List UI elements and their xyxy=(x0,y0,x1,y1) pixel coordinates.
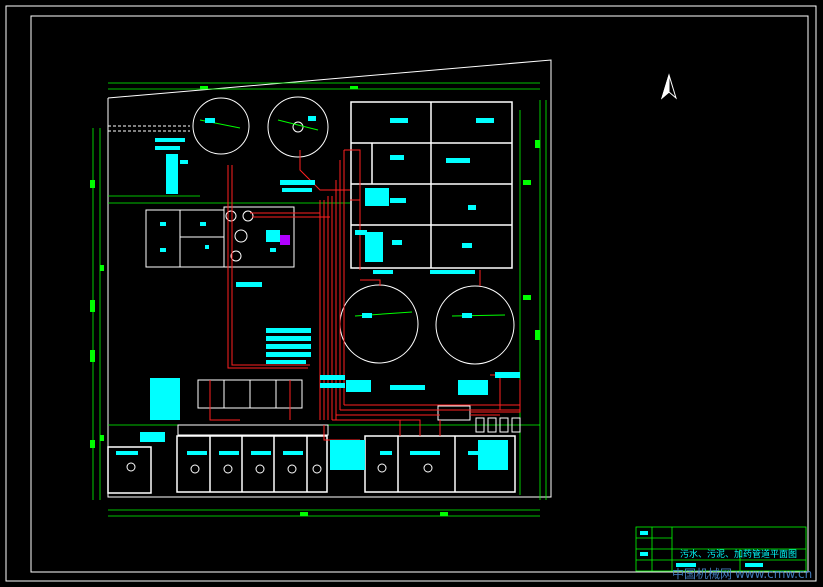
watermark-url: www.cmw.cn xyxy=(735,567,812,581)
digester-tank-1 xyxy=(339,284,419,364)
north-arrow-icon xyxy=(661,73,677,100)
control-panel xyxy=(280,235,290,245)
bottom-tank-markers xyxy=(126,462,433,474)
equipment-labels xyxy=(160,222,280,287)
title-block xyxy=(635,526,807,572)
inner-frame xyxy=(30,15,809,573)
digester-tank-2 xyxy=(435,285,515,365)
cad-drawing-canvas: 污水、污泥、加药管道平面图 中国机械网 www.cmw.cn xyxy=(5,5,817,582)
clarifier-tank-2 xyxy=(267,96,329,158)
outer-frame xyxy=(5,5,817,582)
bottom-tank-row-left xyxy=(107,435,516,494)
watermark-text: 中国机械网 xyxy=(672,566,732,581)
title-block-title: 污水、污泥、加药管道平面图 xyxy=(680,548,797,560)
inflow-pipe xyxy=(108,125,190,132)
grid-labels xyxy=(373,118,494,274)
clarifier-tank-1 xyxy=(192,97,250,155)
